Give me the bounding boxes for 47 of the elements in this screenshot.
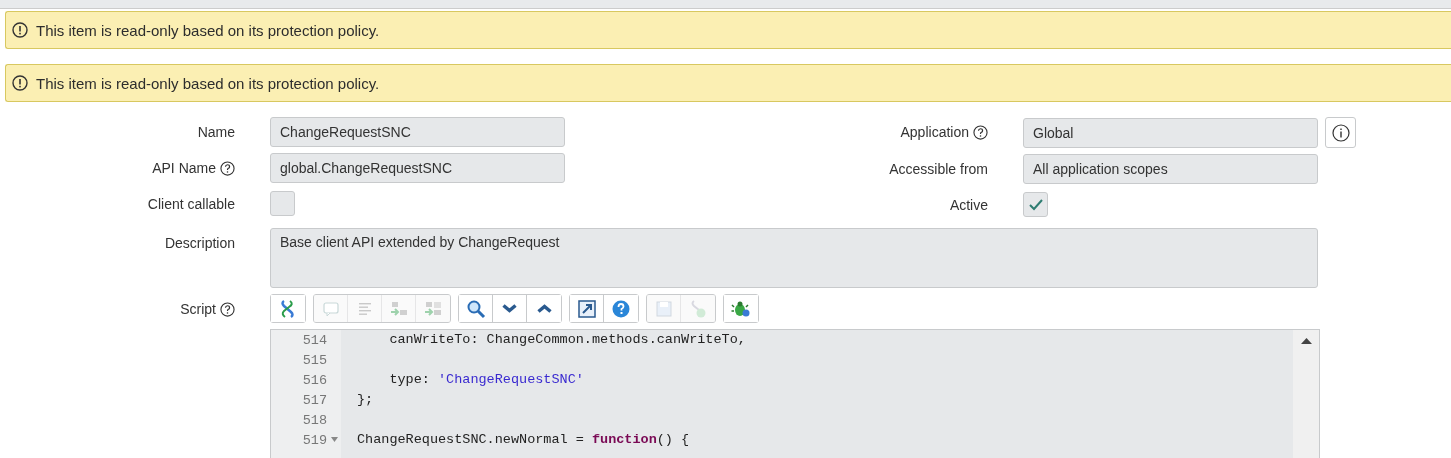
search-icon <box>465 298 486 319</box>
help-icon[interactable] <box>220 301 235 317</box>
scroll-up-icon[interactable] <box>1300 338 1312 344</box>
info-icon <box>1331 123 1350 142</box>
checkbox[interactable] <box>1023 192 1048 217</box>
field-label: Accessible from <box>889 161 988 177</box>
field-label: Description <box>164 235 235 251</box>
exclamation-icon <box>12 75 28 91</box>
description-field[interactable]: Base client API extended by ChangeRequest <box>270 228 1318 288</box>
line-number: 518 <box>302 412 327 428</box>
line-number: 515 <box>302 352 327 368</box>
expand-arrow-button[interactable] <box>570 295 604 322</box>
search-button[interactable] <box>459 295 493 322</box>
line-number: 514 <box>302 332 327 348</box>
code-line: canWriteTo: ChangeCommon.methods.canWriteTo, <box>388 332 746 347</box>
text-field[interactable]: ChangeRequestSNC <box>270 117 565 147</box>
code-line: ChangeRequestSNC.newNormal = function() { <box>357 432 690 447</box>
text-field[interactable]: All application scopes <box>1023 154 1318 184</box>
checkbox[interactable] <box>270 191 295 216</box>
check-icon <box>1027 197 1044 212</box>
field-label: Script <box>180 301 216 317</box>
scroll-button[interactable] <box>271 295 305 322</box>
scrollbar[interactable] <box>1293 330 1319 458</box>
help-icon[interactable] <box>220 160 235 176</box>
code-line: type: 'ChangeRequestSNC' <box>388 372 584 387</box>
line-number: 519 <box>302 432 327 448</box>
text-field[interactable]: Global <box>1023 117 1318 148</box>
chevron-up-icon <box>536 303 552 314</box>
line-number: 516 <box>302 372 327 388</box>
help-icon[interactable] <box>973 124 988 140</box>
code-editor[interactable]: 514 515 516 517 518 519 canWriteTo: ChangeCommon.methods.canWriteTo, type: 'ChangeRequestSNC' }; ChangeRequestSNC.newNormal = function() { <box>270 329 1320 458</box>
fold-arrow-icon[interactable] <box>331 437 338 443</box>
field-label: Client callable <box>147 196 235 212</box>
help-icon <box>611 298 631 319</box>
code-line: }; <box>357 392 374 407</box>
exclamation-icon <box>12 22 28 38</box>
text-field[interactable]: global.ChangeRequestSNC <box>270 153 565 183</box>
chevron-down-icon <box>502 303 517 314</box>
warning-text: This item is read-only based on its protection policy. <box>36 21 380 39</box>
line-number: 517 <box>302 392 327 408</box>
field-label: Application <box>900 124 969 140</box>
field-label: API Name <box>152 160 216 176</box>
field-label: Name <box>197 124 235 140</box>
bug-button[interactable] <box>724 295 758 322</box>
info-button[interactable] <box>1325 117 1356 148</box>
field-label: Active <box>949 197 988 213</box>
warning-text: This item is read-only based on its protection policy. <box>36 74 380 92</box>
